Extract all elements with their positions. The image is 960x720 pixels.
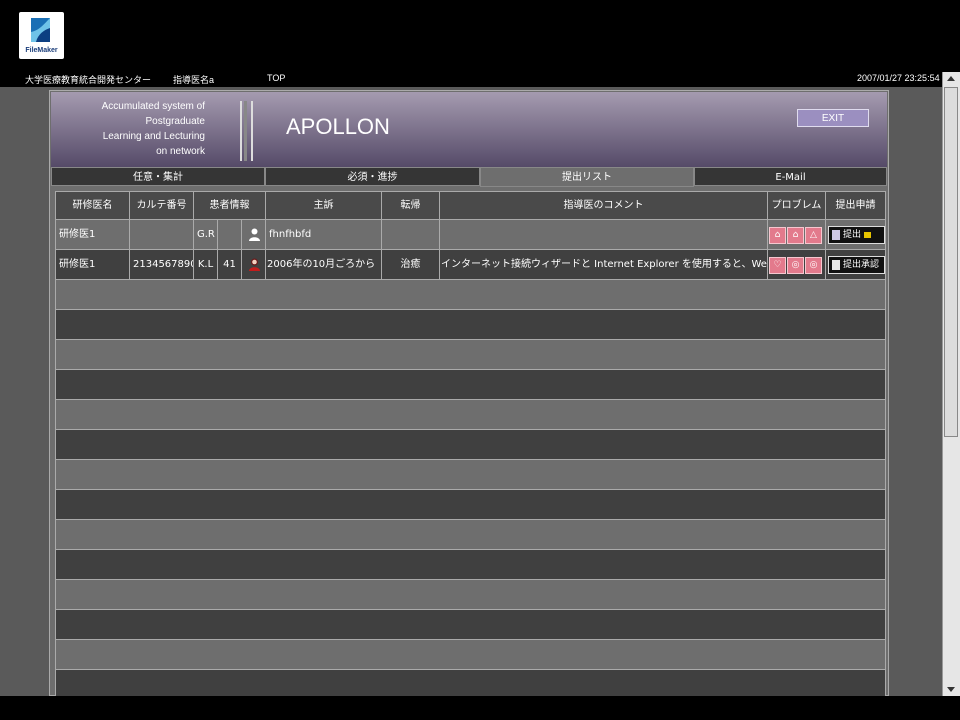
- center-name: 大学医療教育統合開発センター: [25, 75, 152, 85]
- submit-label: 提出: [843, 230, 862, 240]
- col-chart-no: カルテ番号: [129, 191, 193, 219]
- system-line: Accumulated system of: [101, 101, 205, 112]
- col-patient-info: 患者情報: [193, 191, 265, 219]
- menu-bar: 大学医療教育統合開発センター 指導医名a TOP 2007/01/27 23:2…: [0, 72, 942, 87]
- chart-number: [129, 219, 193, 249]
- filemaker-logo-icon: [31, 18, 50, 42]
- instructor-name[interactable]: 指導医名a: [173, 73, 214, 86]
- empty-row: [55, 519, 886, 549]
- empty-row: [55, 339, 886, 369]
- filemaker-logo-text: FileMaker: [25, 47, 58, 54]
- empty-row: [55, 309, 886, 339]
- scroll-down-icon[interactable]: [947, 687, 955, 692]
- empty-row: [55, 549, 886, 579]
- empty-row: [55, 369, 886, 399]
- submit-button[interactable]: 提出: [828, 226, 885, 244]
- lock-icon: [864, 231, 872, 238]
- resident-name: 研修医1: [55, 219, 129, 249]
- col-complaint: 主訴: [265, 191, 381, 219]
- patient-gender-cell: [241, 249, 265, 279]
- submit-cell: 提出: [825, 219, 886, 249]
- empty-row: [55, 609, 886, 639]
- outcome: [381, 219, 439, 249]
- submit-label: 提出承認: [843, 260, 880, 270]
- empty-row: [55, 579, 886, 609]
- problem-home-icon[interactable]: ⌂: [787, 227, 804, 244]
- problem-heart-icon[interactable]: ♡: [769, 257, 786, 274]
- table-row[interactable]: 研修医1 2134567890 K.L 41 2006年の10月ごろから 治癒 …: [55, 249, 886, 279]
- tab-required-progress[interactable]: 必須・進捗: [265, 167, 480, 186]
- female-person-icon: [249, 258, 260, 271]
- system-line: Postgraduate: [145, 116, 206, 127]
- system-description: Accumulated system of Postgraduate Learn…: [91, 99, 205, 159]
- patient-age: [217, 219, 241, 249]
- problem-cell: ⌂ ⌂ △: [767, 219, 825, 249]
- datetime: 2007/01/27 23:25:54: [857, 73, 940, 83]
- app-top-bar: FileMaker: [0, 0, 960, 72]
- complaint: fhnfhbfd: [265, 219, 381, 249]
- empty-row: [55, 279, 886, 309]
- table-row[interactable]: 研修医1 G.R fhnfhbfd ⌂ ⌂ △ 提出: [55, 219, 886, 249]
- problem-home-icon[interactable]: ⌂: [769, 227, 786, 244]
- document-approve-icon: [832, 259, 840, 270]
- outcome: 治癒: [381, 249, 439, 279]
- system-line: on network: [156, 146, 205, 157]
- col-resident: 研修医名: [55, 191, 129, 219]
- system-line: Learning and Lecturing: [102, 131, 205, 142]
- exit-button[interactable]: EXIT: [797, 109, 869, 127]
- col-comment: 指導医のコメント: [439, 191, 767, 219]
- instructor-comment: インターネット接続ウィザードと Internet Explorer を使用すると…: [439, 249, 767, 279]
- submit-approve-button[interactable]: 提出承認: [828, 256, 885, 274]
- problem-flask-icon[interactable]: △: [805, 227, 822, 244]
- submit-cell: 提出承認: [825, 249, 886, 279]
- app-title: APOLLON: [286, 114, 390, 139]
- resident-name: 研修医1: [55, 249, 129, 279]
- submission-table: 研修医名 カルテ番号 患者情報 主訴 転帰 指導医のコメント プロブレム 提出申…: [55, 191, 886, 696]
- chart-number: 2134567890: [129, 249, 193, 279]
- tab-email[interactable]: E-Mail: [694, 167, 887, 186]
- document-icon: [832, 229, 840, 240]
- tab-submission-list[interactable]: 提出リスト: [480, 167, 694, 187]
- divider-bars: [240, 101, 253, 161]
- empty-row: [55, 459, 886, 489]
- top-link[interactable]: TOP: [267, 73, 285, 83]
- empty-row: [55, 639, 886, 669]
- col-problem: プロブレム: [767, 191, 825, 219]
- filemaker-logo: FileMaker: [19, 12, 64, 59]
- empty-row: [55, 669, 886, 696]
- tab-summary[interactable]: 任意・集計: [51, 167, 265, 186]
- bottom-bar: [0, 696, 960, 720]
- table-header: 研修医名 カルテ番号 患者情報 主訴 転帰 指導医のコメント プロブレム 提出申…: [55, 191, 886, 219]
- vertical-scrollbar[interactable]: [942, 72, 960, 696]
- tab-bar: 任意・集計 必須・進捗 提出リスト E-Mail: [51, 167, 887, 187]
- app-header: Accumulated system of Postgraduate Learn…: [51, 92, 887, 167]
- instructor-comment: [439, 219, 767, 249]
- scroll-up-icon[interactable]: [947, 76, 955, 81]
- empty-row: [55, 489, 886, 519]
- empty-row: [55, 399, 886, 429]
- patient-initials: K.L: [193, 249, 217, 279]
- patient-gender-cell: [241, 219, 265, 249]
- empty-row: [55, 429, 886, 459]
- patient-age: 41: [217, 249, 241, 279]
- scroll-thumb[interactable]: [944, 87, 958, 437]
- male-person-icon: [249, 228, 260, 241]
- problem-lung-icon[interactable]: ◎: [805, 257, 822, 274]
- patient-initials: G.R: [193, 219, 217, 249]
- problem-lung-icon[interactable]: ◎: [787, 257, 804, 274]
- col-outcome: 転帰: [381, 191, 439, 219]
- complaint: 2006年の10月ごろから: [265, 249, 381, 279]
- problem-cell: ♡ ◎ ◎: [767, 249, 825, 279]
- col-submit: 提出申請: [825, 191, 886, 219]
